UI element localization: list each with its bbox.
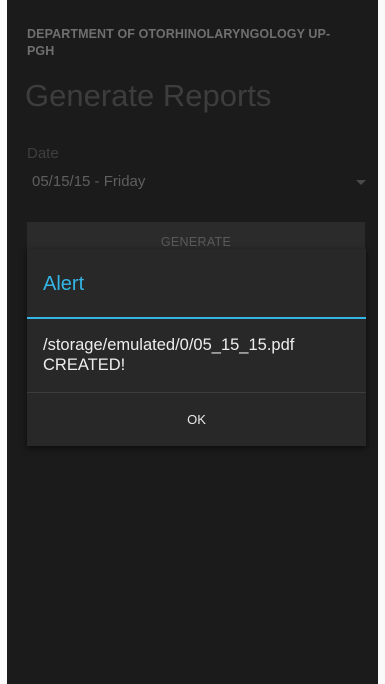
dropdown-arrow-icon: [356, 180, 366, 185]
date-value: 05/15/15 - Friday: [32, 173, 146, 190]
app-screen: DEPARTMENT OF OTORHINOLARYNGOLOGY UP-PGH…: [7, 0, 378, 684]
department-header: DEPARTMENT OF OTORHINOLARYNGOLOGY UP-PGH: [27, 27, 331, 58]
alert-dialog: Alert /storage/emulated/0/05_15_15.pdf C…: [27, 249, 366, 446]
page-title: Generate Reports: [25, 78, 272, 113]
dialog-message: /storage/emulated/0/05_15_15.pdf CREATED…: [43, 336, 295, 374]
dialog-title: Alert: [43, 273, 85, 295]
date-spinner[interactable]: 05/15/15 - Friday: [27, 165, 370, 199]
ok-button[interactable]: OK: [27, 393, 366, 446]
date-label: Date: [27, 145, 59, 162]
dialog-title-divider: [27, 317, 366, 319]
